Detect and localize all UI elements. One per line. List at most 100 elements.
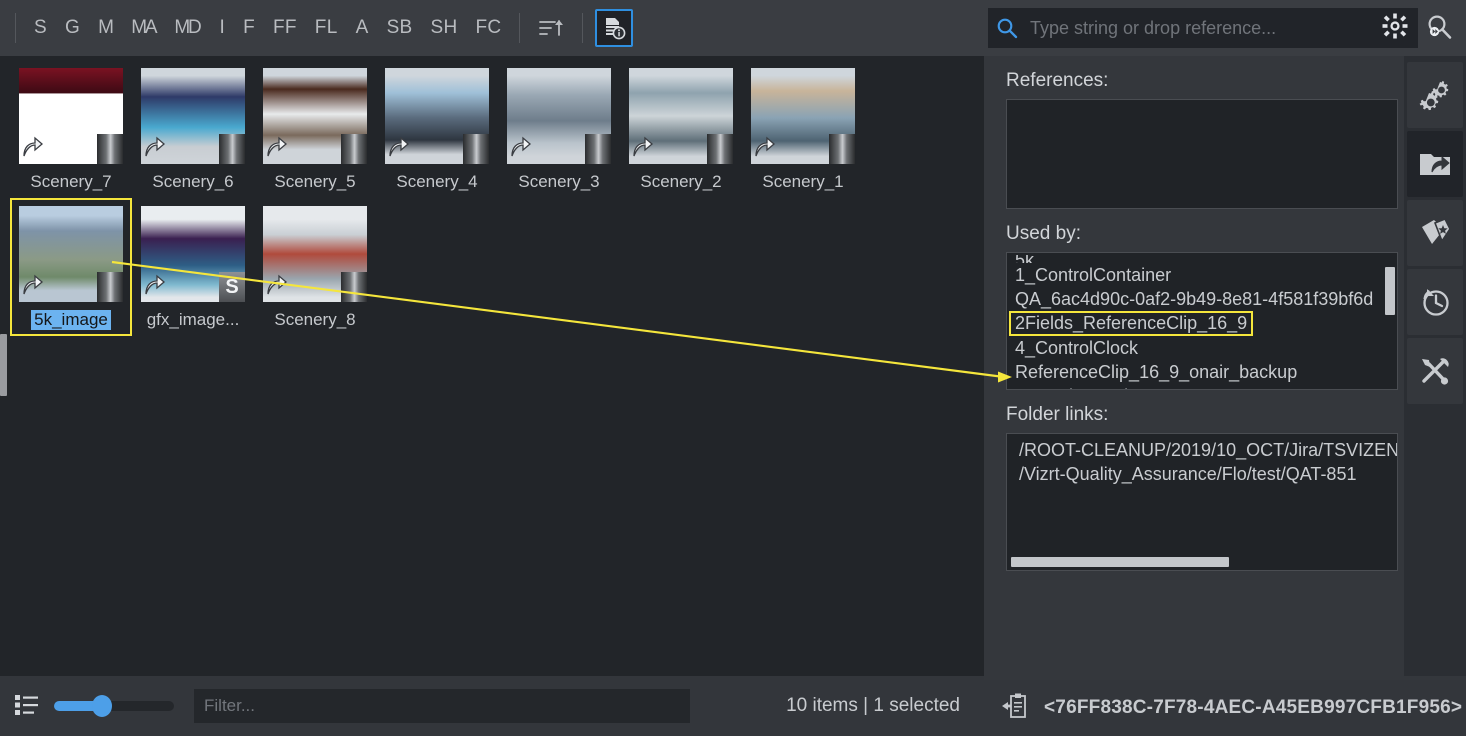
filter-fl[interactable]: FL <box>306 13 347 43</box>
thumbnail-item[interactable]: Scenery_6 <box>132 60 254 198</box>
thumbnail-image[interactable] <box>263 206 367 302</box>
thumbnail-size-slider[interactable] <box>54 695 174 717</box>
shortcut-overlay-icon <box>509 136 531 163</box>
list-view-button[interactable] <box>14 692 40 721</box>
tools-icon <box>1422 358 1449 385</box>
thumbnail-item[interactable]: Scenery_7 <box>10 60 132 198</box>
thumbnail-image[interactable] <box>629 68 733 164</box>
search-settings-button[interactable] <box>1382 13 1408 44</box>
history-clock-icon <box>1423 289 1449 316</box>
thumbnail-item[interactable]: Scenery_8 <box>254 198 376 336</box>
used-by-row[interactable]: 4_ControlClock <box>1009 336 1395 360</box>
used-by-row[interactable]: 5k <box>1009 255 1395 263</box>
filter-input[interactable] <box>194 689 690 723</box>
search-bar[interactable] <box>988 8 1418 48</box>
used-by-row-wrap: ReferenceClip_16_9_onair_backup <box>1009 360 1395 384</box>
used-by-row[interactable]: same5k-noanim <box>1009 384 1395 389</box>
folder-link-row[interactable]: /Vizrt-Quality_Assurance/Flo/test/QAT-85… <box>1013 462 1395 486</box>
thumbnail-badge: S <box>219 272 245 302</box>
filter-sh[interactable]: SH <box>422 13 467 43</box>
shortcut-overlay-icon <box>631 136 653 163</box>
used-by-row[interactable]: 1_ControlContainer <box>1009 263 1395 287</box>
thumbnail-image[interactable] <box>19 68 123 164</box>
thumbnail-item[interactable]: Scenery_1 <box>742 60 864 198</box>
filter-m[interactable]: M <box>89 13 123 43</box>
rail-item-tags[interactable] <box>1407 200 1463 266</box>
used-by-row-wrap: QA_6ac4d90c-0af2-9b49-8e81-4f581f39bf6d <box>1009 287 1395 311</box>
filter-a[interactable]: A <box>347 13 378 43</box>
folder-links-list[interactable]: /ROOT-CLEANUP/2019/10_OCT/Jira/TSVIZENGR… <box>1006 433 1398 571</box>
sort-ascending-button[interactable] <box>532 9 570 47</box>
thumbnail-label: 5k_image <box>31 310 111 330</box>
thumbnail-image[interactable] <box>19 206 123 302</box>
advanced-search-button[interactable] <box>1424 12 1454 47</box>
browser-vertical-scrollbar[interactable] <box>0 334 7 396</box>
thumbnail-item[interactable]: Scenery_5 <box>254 60 376 198</box>
filter-ma[interactable]: MA <box>123 13 166 43</box>
rail-item-history[interactable] <box>1407 269 1463 335</box>
copy-to-clipboard-button[interactable] <box>1002 692 1028 725</box>
filter-f[interactable]: F <box>234 13 264 43</box>
used-by-list[interactable]: 5k1_ControlContainerQA_6ac4d90c-0af2-9b4… <box>1006 252 1398 390</box>
used-by-label: Used by: <box>1006 223 1081 244</box>
search-icon <box>997 18 1018 39</box>
thumbnail-item[interactable]: Scenery_4 <box>376 60 498 198</box>
used-by-row-selected[interactable]: 2Fields_ReferenceClip_16_9 <box>1009 311 1254 336</box>
folder-shortcut-icon <box>1420 154 1450 175</box>
folder-link-row[interactable]: /ROOT-CLEANUP/2019/10_OCT/Jira/TSVIZENGR <box>1013 438 1397 462</box>
search-input[interactable] <box>1018 17 1382 39</box>
shortcut-overlay-icon <box>143 274 165 301</box>
thumbnail-item[interactable]: 5k_image <box>10 198 132 336</box>
thumbnail-badge <box>219 134 245 164</box>
thumbnail-item[interactable]: Sgfx_image... <box>132 198 254 336</box>
used-by-row-wrap: same5k-noanim <box>1009 384 1395 389</box>
used-by-row[interactable]: ReferenceClip_16_9_onair_backup <box>1009 360 1395 384</box>
thumbnail-image[interactable] <box>263 68 367 164</box>
thumbnail-badge <box>97 134 123 164</box>
thumbnail-grid: Scenery_7 Scenery_6 Scenery_5 Scenery_4 Scen… <box>10 60 984 336</box>
gears-icon <box>1419 80 1449 111</box>
thumbnail-label: Scenery_1 <box>762 172 844 191</box>
thumbnail-badge <box>707 134 733 164</box>
rail-item-settings[interactable] <box>1407 62 1463 128</box>
used-by-row-wrap: 2Fields_ReferenceClip_16_9 <box>1009 311 1395 336</box>
thumbnail-item[interactable]: Scenery_2 <box>620 60 742 198</box>
gear-icon <box>1382 13 1408 38</box>
thumbnail-image[interactable] <box>507 68 611 164</box>
thumbnail-label: Scenery_2 <box>640 172 722 191</box>
advanced-search-icon <box>1428 15 1452 39</box>
thumbnail-label: gfx_image... <box>146 310 240 329</box>
used-by-row[interactable]: QA_6ac4d90c-0af2-9b49-8e81-4f581f39bf6d <box>1009 287 1395 311</box>
thumbnail-image[interactable] <box>385 68 489 164</box>
thumbnail-label: Scenery_6 <box>152 172 234 191</box>
thumbnail-label: Scenery_4 <box>396 172 478 191</box>
filter-g[interactable]: G <box>56 13 89 43</box>
thumbnail-badge <box>341 134 367 164</box>
thumbnail-image[interactable]: S <box>141 206 245 302</box>
folder-links-horizontal-scrollbar[interactable] <box>1011 557 1229 567</box>
sort-ascending-icon <box>539 20 564 36</box>
thumbnail-image[interactable] <box>751 68 855 164</box>
filter-ff[interactable]: FF <box>264 13 306 43</box>
references-list[interactable] <box>1006 99 1398 209</box>
slider-knob[interactable] <box>92 695 112 717</box>
filter-fc[interactable]: FC <box>467 13 511 43</box>
tags-icon <box>1422 217 1451 244</box>
rail-item-tools[interactable] <box>1407 338 1463 404</box>
filter-md[interactable]: MD <box>166 13 210 43</box>
shortcut-overlay-icon <box>143 136 165 163</box>
filter-sb[interactable]: SB <box>378 13 422 43</box>
used-by-scrollbar[interactable] <box>1385 267 1395 315</box>
filter-s[interactable]: S <box>25 13 56 43</box>
thumbnail-image[interactable] <box>141 68 245 164</box>
application-window: S G M MA MD I F FF FL A SB SH FC Type st… <box>0 0 1466 736</box>
document-info-button[interactable] <box>595 9 634 47</box>
item-count-label: 10 items | 1 selected <box>786 695 960 716</box>
references-label: References: <box>1006 70 1109 91</box>
thumbnail-badge <box>341 272 367 302</box>
filter-i[interactable]: I <box>210 13 234 43</box>
thumbnail-item[interactable]: Scenery_3 <box>498 60 620 198</box>
thumbnail-label: Scenery_3 <box>518 172 600 191</box>
rail-item-folder-link[interactable] <box>1407 131 1463 197</box>
shortcut-overlay-icon <box>753 136 775 163</box>
